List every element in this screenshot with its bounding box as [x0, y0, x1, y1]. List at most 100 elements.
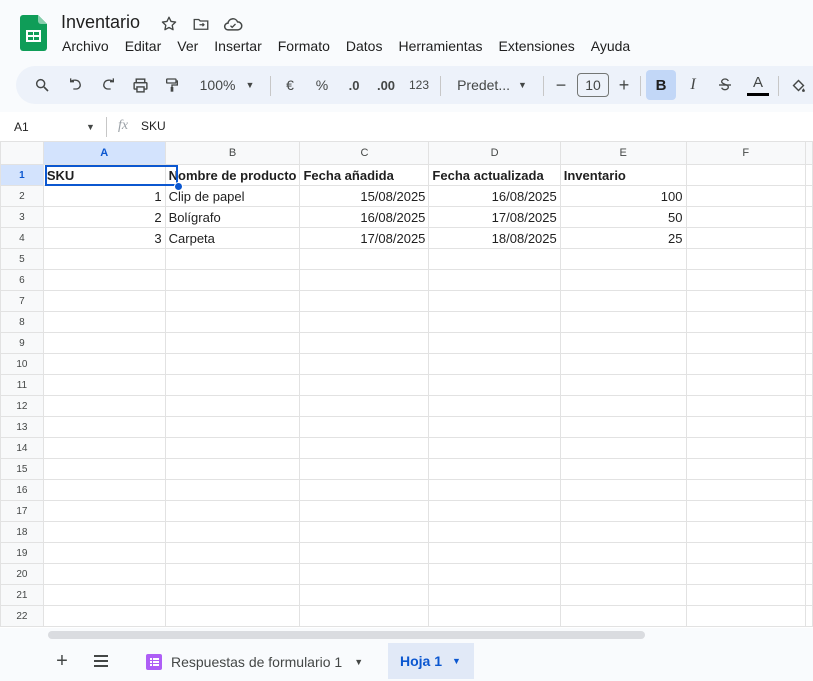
cell-empty[interactable]	[805, 500, 813, 522]
cell-b17[interactable]	[164, 500, 301, 522]
cell-empty[interactable]	[805, 332, 813, 354]
cell-a13[interactable]	[42, 416, 166, 438]
cell-empty[interactable]	[805, 248, 813, 270]
cell-empty[interactable]	[805, 227, 813, 249]
row-header[interactable]: 1	[0, 164, 44, 186]
cell-d15[interactable]	[428, 458, 561, 480]
cell-b11[interactable]	[164, 374, 301, 396]
cell-c16[interactable]	[299, 479, 430, 501]
cell-e11[interactable]	[559, 374, 687, 396]
cell-empty[interactable]	[805, 374, 813, 396]
decrease-font-size-icon[interactable]: −	[551, 66, 571, 104]
cell-empty[interactable]	[805, 164, 813, 186]
cell-a17[interactable]	[42, 500, 166, 522]
cell-e18[interactable]	[559, 521, 687, 543]
row-header[interactable]: 14	[0, 437, 44, 459]
column-header-c[interactable]: C	[299, 141, 430, 165]
cell-f13[interactable]	[685, 416, 806, 438]
cell-a4[interactable]: 3	[42, 227, 166, 249]
cell-c4[interactable]: 17/08/2025	[299, 227, 430, 249]
row-header[interactable]: 9	[0, 332, 44, 354]
cell-e8[interactable]	[559, 311, 687, 333]
cell-c12[interactable]	[299, 395, 430, 417]
currency-format-button[interactable]: €	[278, 66, 302, 104]
row-header[interactable]: 20	[0, 563, 44, 585]
horizontal-scrollbar[interactable]	[48, 631, 645, 639]
cell-f10[interactable]	[685, 353, 806, 375]
cell-b18[interactable]	[164, 521, 301, 543]
column-header-e[interactable]: E	[559, 141, 687, 165]
cell-empty[interactable]	[805, 311, 813, 333]
cell-a19[interactable]	[42, 542, 166, 564]
column-header-d[interactable]: D	[428, 141, 561, 165]
sheet-tab-responses[interactable]: Respuestas de formulario 1 ▼	[137, 647, 385, 677]
cell-c1[interactable]: Fecha añadida	[299, 164, 430, 186]
more-formats-button[interactable]: 123	[406, 66, 432, 104]
all-sheets-icon[interactable]	[92, 653, 110, 674]
cell-d18[interactable]	[428, 521, 561, 543]
move-to-folder-icon[interactable]	[191, 14, 211, 34]
row-header[interactable]: 19	[0, 542, 44, 564]
cell-a6[interactable]	[42, 269, 166, 291]
cell-empty[interactable]	[805, 437, 813, 459]
cell-b4[interactable]: Carpeta	[164, 227, 301, 249]
cell-f8[interactable]	[685, 311, 806, 333]
zoom-select[interactable]: 100% ▼	[196, 66, 258, 104]
cell-f9[interactable]	[685, 332, 806, 354]
bold-button[interactable]: B	[646, 70, 676, 100]
menu-editar[interactable]: Editar	[117, 36, 170, 56]
cell-c8[interactable]	[299, 311, 430, 333]
cell-empty[interactable]	[805, 353, 813, 375]
cell-f17[interactable]	[685, 500, 806, 522]
cell-empty[interactable]	[805, 605, 813, 627]
cell-a20[interactable]	[42, 563, 166, 585]
cell-c21[interactable]	[299, 584, 430, 606]
cell-b13[interactable]	[164, 416, 301, 438]
cell-a12[interactable]	[42, 395, 166, 417]
star-icon[interactable]	[159, 14, 179, 34]
cell-b3[interactable]: Bolígrafo	[164, 206, 301, 228]
cell-d8[interactable]	[428, 311, 561, 333]
row-header[interactable]: 15	[0, 458, 44, 480]
cell-e2[interactable]: 100	[559, 185, 687, 207]
column-header-a[interactable]: A	[42, 141, 166, 165]
cell-e7[interactable]	[559, 290, 687, 312]
cell-f6[interactable]	[685, 269, 806, 291]
cell-f15[interactable]	[685, 458, 806, 480]
cell-d21[interactable]	[428, 584, 561, 606]
cell-b10[interactable]	[164, 353, 301, 375]
cell-c13[interactable]	[299, 416, 430, 438]
cell-empty[interactable]	[805, 479, 813, 501]
cell-a16[interactable]	[42, 479, 166, 501]
cell-f12[interactable]	[685, 395, 806, 417]
cell-c15[interactable]	[299, 458, 430, 480]
cell-f3[interactable]	[685, 206, 806, 228]
column-header-b[interactable]: B	[164, 141, 301, 165]
google-sheets-logo-icon[interactable]	[20, 15, 47, 51]
cell-a2[interactable]: 1	[42, 185, 166, 207]
cell-a15[interactable]	[42, 458, 166, 480]
row-header[interactable]: 18	[0, 521, 44, 543]
cell-a9[interactable]	[42, 332, 166, 354]
cell-b8[interactable]	[164, 311, 301, 333]
percent-format-button[interactable]: %	[310, 66, 334, 104]
cell-e5[interactable]	[559, 248, 687, 270]
search-menus-icon[interactable]	[30, 66, 54, 104]
cell-b9[interactable]	[164, 332, 301, 354]
cell-b12[interactable]	[164, 395, 301, 417]
cell-d9[interactable]	[428, 332, 561, 354]
row-header[interactable]: 7	[0, 290, 44, 312]
cell-f11[interactable]	[685, 374, 806, 396]
redo-icon[interactable]	[96, 66, 120, 104]
row-header[interactable]: 2	[0, 185, 44, 207]
increase-decimal-button[interactable]: .00	[372, 66, 400, 104]
cell-a8[interactable]	[42, 311, 166, 333]
decrease-decimal-button[interactable]: .0	[342, 66, 366, 104]
fill-color-icon[interactable]	[786, 66, 810, 104]
italic-button[interactable]: I	[680, 66, 706, 104]
cell-c6[interactable]	[299, 269, 430, 291]
cell-e3[interactable]: 50	[559, 206, 687, 228]
cell-f1[interactable]	[685, 164, 806, 186]
cell-f18[interactable]	[685, 521, 806, 543]
print-icon[interactable]	[128, 66, 152, 104]
